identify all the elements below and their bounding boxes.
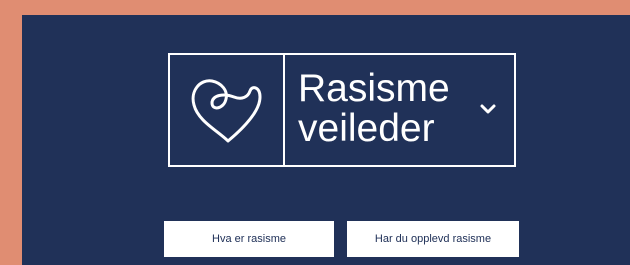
chevron-down-icon[interactable] xyxy=(478,99,498,119)
what-is-racism-button[interactable]: Hva er rasisme xyxy=(164,221,334,257)
main-panel: Rasisme veileder Hva er rasisme Har du o… xyxy=(22,15,630,265)
logo-line-1: Rasisme xyxy=(298,67,450,110)
site-logo[interactable]: Rasisme veileder xyxy=(168,53,516,167)
heart-icon xyxy=(191,79,262,143)
experienced-racism-button[interactable]: Har du opplevd rasisme xyxy=(347,221,519,257)
logo-icon-box xyxy=(170,55,285,165)
logo-line-2: veileder xyxy=(298,107,435,150)
logo-text: Rasisme veileder xyxy=(298,69,450,149)
